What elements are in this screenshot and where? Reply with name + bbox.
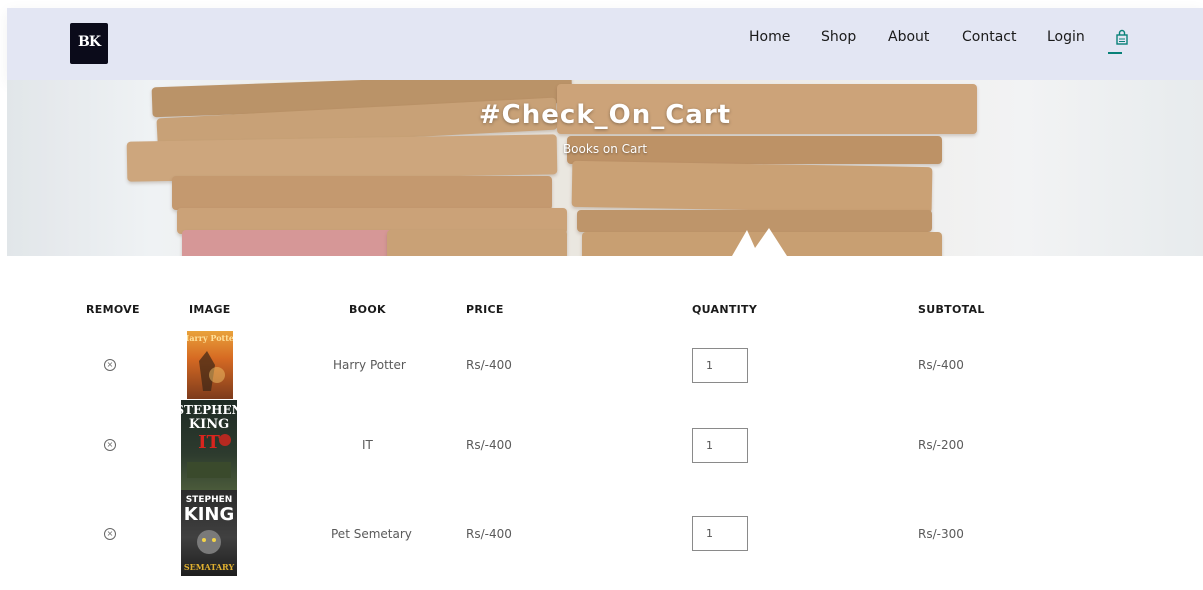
harry-potter-cover: Harry Potter <box>187 331 233 399</box>
top-strip <box>0 0 1203 8</box>
svg-text:Harry Potter: Harry Potter <box>187 333 233 343</box>
book-price: Rs/-400 <box>466 358 512 372</box>
cart-table: REMOVE IMAGE BOOK PRICE QUANTITY SUBTOTA… <box>0 290 1203 590</box>
active-cart-underline <box>1108 52 1122 54</box>
svg-text:STEPHEN: STEPHEN <box>181 403 237 417</box>
row-subtotal: Rs/-300 <box>918 527 964 541</box>
book-price: Rs/-400 <box>466 527 512 541</box>
row-subtotal: Rs/-200 <box>918 438 964 452</box>
remove-circle-x-icon[interactable]: × <box>104 439 116 451</box>
svg-text:IT: IT <box>198 432 220 453</box>
header-quantity: QUANTITY <box>692 303 758 316</box>
table-row: × Harry Potter Harry Potter Rs/-400 Rs/-… <box>0 330 1203 400</box>
book-title: Pet Semetary <box>331 527 412 541</box>
remove-circle-x-icon[interactable]: × <box>104 359 116 371</box>
banner-subtitle: Books on Cart <box>562 142 648 156</box>
nav-login[interactable]: Login <box>1047 29 1085 45</box>
remove-circle-x-icon[interactable]: × <box>104 528 116 540</box>
header-remove: REMOVE <box>86 303 140 316</box>
book-price: Rs/-400 <box>466 438 512 452</box>
nav-home[interactable]: Home <box>749 29 790 45</box>
table-row: × STEPHEN KING IT IT Rs/-400 Rs/-200 <box>0 400 1203 490</box>
page-banner: #Check_On_Cart Books on Cart <box>7 80 1203 256</box>
table-row: × STEPHEN KING SEMATARY Pet Semetary Rs/… <box>0 490 1203 578</box>
nav-shop[interactable]: Shop <box>821 29 856 45</box>
svg-text:KING: KING <box>189 417 229 432</box>
nav-contact[interactable]: Contact <box>962 29 1016 45</box>
row-subtotal: Rs/-400 <box>918 358 964 372</box>
quantity-input[interactable] <box>692 428 748 463</box>
quantity-input[interactable] <box>692 516 748 551</box>
book-title: IT <box>362 438 373 452</box>
header-image: IMAGE <box>189 303 231 316</box>
nav-links: Home Shop About Contact Login <box>7 29 1203 49</box>
pet-sematary-cover: STEPHEN KING SEMATARY <box>181 490 237 576</box>
book-title: Harry Potter <box>333 358 406 372</box>
banner-title: #Check_On_Cart <box>478 100 732 130</box>
svg-text:KING: KING <box>184 504 234 525</box>
header-subtotal: SUBTOTAL <box>918 303 985 316</box>
shopping-bag-icon[interactable] <box>1115 28 1129 50</box>
shark-fin-shape <box>732 228 787 256</box>
navbar: BK Home Shop About Contact Login <box>7 8 1203 80</box>
stephen-king-it-cover: STEPHEN KING IT <box>181 400 237 490</box>
nav-about[interactable]: About <box>888 29 929 45</box>
header-book: BOOK <box>349 303 386 316</box>
svg-text:SEMATARY: SEMATARY <box>184 562 235 572</box>
header-price: PRICE <box>466 303 504 316</box>
quantity-input[interactable] <box>692 348 748 383</box>
